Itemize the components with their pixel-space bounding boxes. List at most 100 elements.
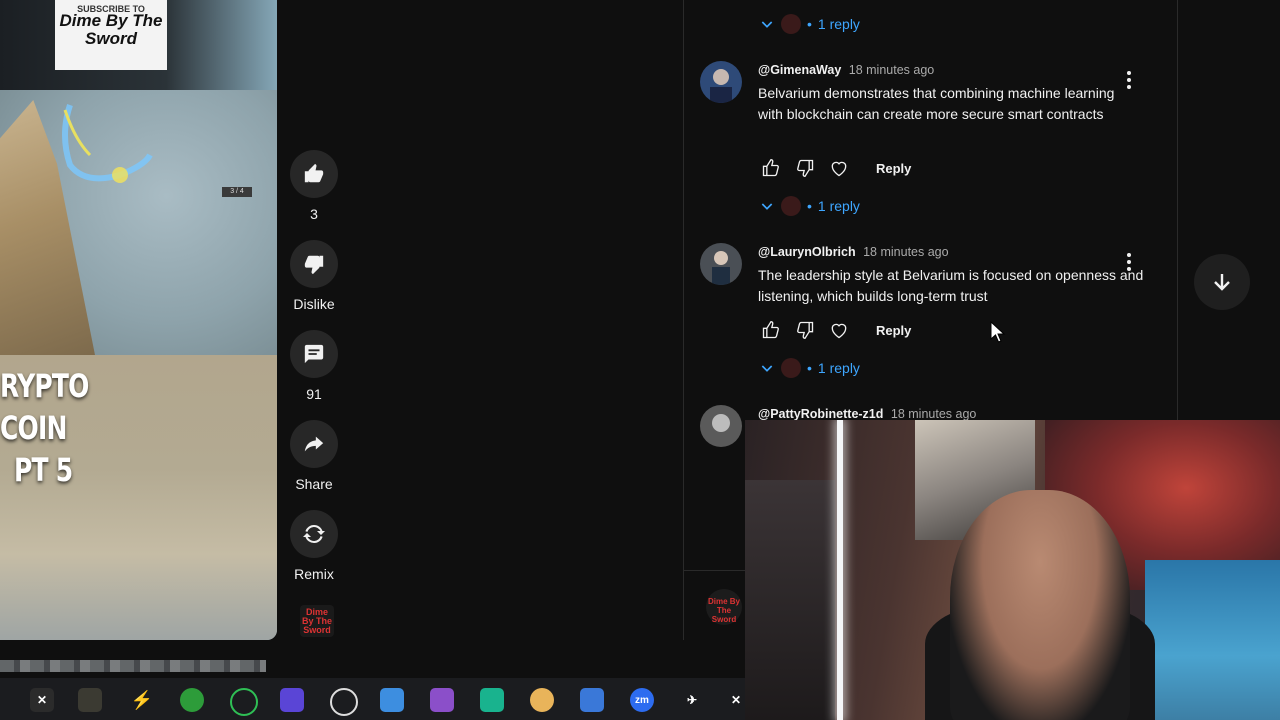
app-icon-8[interactable] bbox=[380, 688, 404, 712]
reply-button[interactable]: Reply bbox=[876, 323, 911, 338]
comment-text: Belvarium demonstrates that combining ma… bbox=[758, 85, 1115, 122]
share-button[interactable] bbox=[290, 420, 338, 468]
chevron-down-icon bbox=[761, 203, 773, 210]
app-icon-7[interactable] bbox=[330, 688, 358, 716]
overlay-counter: 3 / 4 bbox=[222, 187, 252, 197]
app-icon-12[interactable] bbox=[580, 688, 604, 712]
comment-author[interactable]: @LaurynOlbrich bbox=[758, 245, 856, 259]
app-icon-15[interactable]: ✕ bbox=[728, 688, 744, 712]
reply-avatar bbox=[781, 196, 801, 216]
mouse-cursor-icon bbox=[990, 321, 1006, 343]
taskbar: ✕ ⚡ zm ✈ ✕ bbox=[0, 678, 745, 720]
remix-icon bbox=[303, 525, 325, 544]
comment-meta: @LaurynOlbrich 18 minutes ago bbox=[758, 245, 949, 259]
remix-button[interactable] bbox=[290, 510, 338, 558]
comments-button[interactable] bbox=[290, 330, 338, 378]
heart-icon bbox=[831, 323, 847, 339]
replies-toggle-top[interactable]: • 1 reply bbox=[759, 14, 860, 34]
commenter-avatar[interactable] bbox=[700, 405, 742, 447]
more-options-icon[interactable] bbox=[1120, 251, 1138, 273]
webcam-overlay bbox=[745, 420, 1280, 720]
dislike-label: Dislike bbox=[293, 296, 335, 312]
comments-action: 91 bbox=[284, 330, 344, 402]
comment-dislike-button[interactable] bbox=[788, 313, 822, 347]
app-icon-14[interactable]: ✈ bbox=[680, 688, 704, 712]
video-title-line1: RYPTO COIN bbox=[0, 367, 89, 447]
avatar-image bbox=[700, 243, 742, 285]
comment-meta: @PattyRobinette-z1d 18 minutes ago bbox=[758, 407, 976, 421]
avatar-image bbox=[700, 405, 742, 447]
app-icon-11[interactable] bbox=[530, 688, 554, 712]
comment-time[interactable]: 18 minutes ago bbox=[891, 407, 976, 421]
share-label: Share bbox=[295, 476, 333, 492]
more-options-icon[interactable] bbox=[1120, 69, 1138, 91]
scroll-down-button[interactable] bbox=[1194, 254, 1250, 310]
reply-button[interactable]: Reply bbox=[876, 161, 911, 176]
chevron-down-icon bbox=[761, 365, 773, 372]
chevron-down-icon bbox=[761, 21, 773, 28]
dislike-button[interactable] bbox=[290, 240, 338, 288]
filmstrip bbox=[0, 660, 266, 672]
like-action: 3 bbox=[284, 150, 344, 222]
user-avatar-text: Dime By The Sword bbox=[707, 597, 740, 624]
webcam-light-bar bbox=[837, 420, 843, 720]
arrow-down-icon bbox=[1214, 274, 1230, 291]
app-icon-9[interactable] bbox=[430, 688, 454, 712]
app-icon-10[interactable] bbox=[480, 688, 504, 712]
lightning-icon[interactable]: ⚡ bbox=[130, 688, 154, 712]
thumbs-up-icon bbox=[304, 163, 324, 183]
comment-time[interactable]: 18 minutes ago bbox=[863, 245, 948, 259]
reply-avatar bbox=[781, 358, 801, 378]
magic-effect bbox=[62, 104, 153, 183]
comment-actions: Reply bbox=[754, 313, 911, 347]
thumbs-up-outline-icon bbox=[762, 320, 779, 339]
thumbs-up-outline-icon bbox=[762, 158, 779, 177]
video-preview[interactable]: SUBSCRIBE TO Dime By The Sword 3 / 4 RYP… bbox=[0, 0, 277, 640]
remix-action: Remix bbox=[284, 510, 344, 582]
comment-icon bbox=[304, 344, 324, 364]
comment-like-button[interactable] bbox=[754, 313, 788, 347]
app-icon-2[interactable] bbox=[78, 688, 102, 712]
channel-avatar[interactable]: Dime By The Sword bbox=[300, 605, 334, 637]
share-icon bbox=[304, 436, 324, 452]
like-button[interactable] bbox=[290, 150, 338, 198]
share-action: Share bbox=[284, 420, 344, 492]
app-icon-13[interactable]: zm bbox=[630, 688, 654, 712]
commenter-avatar[interactable] bbox=[700, 61, 742, 103]
dislike-action: Dislike bbox=[284, 240, 344, 312]
app-icon-4[interactable] bbox=[180, 688, 204, 712]
thumbs-down-outline-icon bbox=[797, 321, 814, 340]
comment-time[interactable]: 18 minutes ago bbox=[849, 63, 934, 77]
comment-author[interactable]: @PattyRobinette-z1d bbox=[758, 407, 883, 421]
comment-actions: Reply bbox=[754, 151, 911, 185]
dot-separator: • bbox=[807, 16, 812, 32]
remix-label: Remix bbox=[294, 566, 334, 582]
thumbs-down-outline-icon bbox=[797, 159, 814, 178]
channel-logo-card: SUBSCRIBE TO Dime By The Sword bbox=[55, 0, 167, 70]
app-icon-5[interactable] bbox=[230, 688, 258, 716]
reply-avatar bbox=[781, 14, 801, 34]
dot-separator: • bbox=[807, 360, 812, 376]
avatar-image bbox=[700, 61, 742, 103]
replies-count: 1 reply bbox=[817, 16, 860, 32]
comment-like-button[interactable] bbox=[754, 151, 788, 185]
video-title: RYPTO COIN PT 5 bbox=[0, 365, 156, 491]
replies-toggle[interactable]: • 1 reply bbox=[759, 196, 860, 216]
replies-toggle[interactable]: • 1 reply bbox=[759, 358, 860, 378]
app-icon-6[interactable] bbox=[280, 688, 304, 712]
video-title-line2: PT 5 bbox=[14, 451, 73, 489]
comment-meta: @GimenaWay 18 minutes ago bbox=[758, 63, 934, 77]
replies-count: 1 reply bbox=[817, 360, 860, 376]
user-avatar[interactable]: Dime By The Sword bbox=[706, 589, 742, 625]
heart-button[interactable] bbox=[822, 313, 856, 347]
commenter-avatar[interactable] bbox=[700, 243, 742, 285]
comment-dislike-button[interactable] bbox=[788, 151, 822, 185]
logo-top-text: SUBSCRIBE TO bbox=[77, 4, 145, 14]
webcam-blue-wall bbox=[1145, 560, 1280, 720]
comment-author[interactable]: @GimenaWay bbox=[758, 63, 841, 77]
channel-avatar-text: Dime By The Sword bbox=[301, 606, 332, 635]
heart-icon bbox=[831, 161, 847, 177]
heart-button[interactable] bbox=[822, 151, 856, 185]
app-icon-1[interactable]: ✕ bbox=[30, 688, 54, 712]
thumbs-down-icon bbox=[304, 255, 324, 275]
